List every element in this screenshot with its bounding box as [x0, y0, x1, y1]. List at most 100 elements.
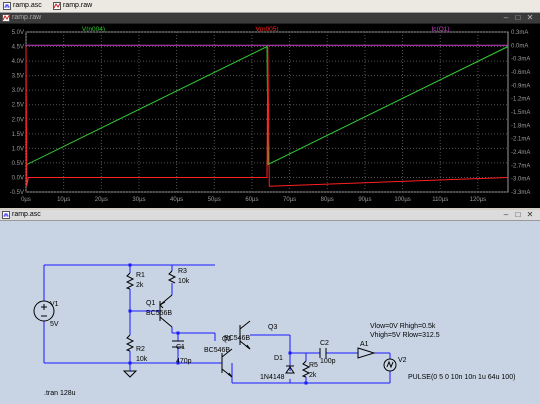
- y-tick-label: 1.5V: [12, 132, 24, 138]
- q3-value: BC546B: [224, 335, 250, 342]
- y2-tick-label: -0.6mA: [511, 70, 530, 76]
- close-button[interactable]: ✕: [524, 13, 536, 23]
- y2-tick-label: 0.0mA: [511, 43, 528, 49]
- y-tick-label: 3.5V: [12, 74, 24, 80]
- v1-ref: V1: [50, 301, 59, 308]
- schematic-window: ramp.asc – □ ✕ V1 5V R1 2k R3 10k Q1 BC5…: [0, 210, 540, 404]
- y-tick-label: 1.0V: [12, 146, 24, 152]
- x-tick-label: 30µs: [132, 197, 145, 203]
- y-tick-label: 2.0V: [12, 117, 24, 123]
- plot-labels: 5.0V 4.5V 4.0V 3.5V 3.0V 2.5V 2.0V 1.5V 1.0V 0.5V…: [10, 26, 531, 203]
- y-tick-label: 2.5V: [12, 103, 24, 109]
- schematic-window-titlebar[interactable]: ramp.asc – □ ✕: [0, 210, 540, 221]
- x-tick-label: 20µs: [95, 197, 108, 203]
- y2-tick-label: -1.5mA: [511, 110, 530, 116]
- schematic-components: [33, 270, 397, 378]
- y2-tick-label: -3.0mA: [511, 177, 530, 183]
- c2-symbol[interactable]: [319, 348, 327, 358]
- y-tick-label: 4.0V: [12, 59, 24, 65]
- r2-symbol[interactable]: [125, 334, 135, 352]
- window-title: ramp.asc: [12, 211, 41, 218]
- y2-tick-label: -0.3mA: [511, 57, 530, 63]
- y2-tick-label: -2.4mA: [511, 150, 530, 156]
- trace-label[interactable]: V(n005): [255, 26, 278, 33]
- ground-symbol: [122, 370, 138, 378]
- waveform-plot[interactable]: 5.0V 4.5V 4.0V 3.5V 3.0V 2.5V 2.0V 1.5V 1.0V 0.5V…: [0, 24, 540, 208]
- schematic-wires: [43, 264, 391, 384]
- waveform-icon: [53, 2, 61, 10]
- r1-symbol[interactable]: [125, 272, 135, 290]
- d1-value: 1N4148: [260, 374, 285, 381]
- y2-tick-label: -3.3mA: [511, 190, 530, 196]
- x-tick-label: 0µs: [21, 197, 31, 203]
- spice-directive: .tran 128u: [44, 390, 76, 397]
- window-controls: – □ ✕: [500, 210, 536, 220]
- y-tick-label: 3.0V: [12, 88, 24, 94]
- c2-ref: C2: [320, 340, 329, 347]
- y2-tick-label: -2.7mA: [511, 163, 530, 169]
- x-tick-label: 120µs: [470, 197, 486, 203]
- component-labels: V1 5V R1 2k R3 10k Q1 BC556B R2 10k C1 4…: [44, 268, 515, 397]
- y2-tick-label: -0.9mA: [511, 83, 530, 89]
- window-title: ramp.raw: [12, 14, 42, 21]
- r2-ref: R2: [136, 346, 145, 353]
- c1-value: 470p: [176, 358, 192, 365]
- minimize-button[interactable]: –: [500, 210, 512, 220]
- v1-value: 5V: [50, 321, 59, 328]
- trace-label[interactable]: Ic(Q1): [431, 26, 449, 33]
- a1-symbol[interactable]: [357, 347, 376, 359]
- x-tick-label: 110µs: [432, 197, 448, 203]
- digital-param-1: Vlow=0V Rhigh=0.5k: [370, 323, 436, 330]
- x-tick-label: 40µs: [170, 197, 183, 203]
- r3-value: 10k: [178, 278, 190, 285]
- v2-ref: V2: [398, 357, 407, 364]
- y-tick-label: 5.0V: [12, 30, 24, 36]
- maximize-button[interactable]: □: [512, 13, 524, 23]
- r3-ref: R3: [178, 268, 187, 275]
- schematic-canvas[interactable]: V1 5V R1 2k R3 10k Q1 BC556B R2 10k C1 4…: [0, 221, 540, 404]
- x-tick-label: 60µs: [245, 197, 258, 203]
- minimize-button[interactable]: –: [500, 13, 512, 23]
- x-tick-label: 90µs: [358, 197, 371, 203]
- y-tick-label: 0.5V: [12, 161, 24, 167]
- y-tick-label: 4.5V: [12, 45, 24, 51]
- x-tick-label: 50µs: [208, 197, 221, 203]
- schematic-icon: [3, 2, 11, 10]
- y2-tick-label: -1.8mA: [511, 123, 530, 129]
- r1-value: 2k: [136, 282, 144, 289]
- junction-dots: [128, 263, 308, 385]
- c2-value: 100p: [320, 358, 336, 365]
- y2-tick-label: -1.2mA: [511, 97, 530, 103]
- r1-ref: R1: [136, 272, 145, 279]
- waveform-window: ramp.raw – □ ✕ 5.0V 4.5V 4.0V 3.5V 3.0V 2.5V 2.0…: [0, 13, 540, 208]
- waveform-window-titlebar[interactable]: ramp.raw – □ ✕: [0, 13, 540, 24]
- x-tick-label: 100µs: [394, 197, 410, 203]
- y-tick-label: 0.0V: [12, 175, 24, 181]
- c1-ref: C1: [176, 344, 185, 351]
- tab-label: ramp.asc: [13, 2, 42, 9]
- document-tab-bar: ramp.asc ramp.raw: [0, 0, 540, 13]
- plot-traces: [25, 44, 509, 187]
- r3-symbol[interactable]: [167, 270, 177, 284]
- waveform-icon: [2, 14, 10, 22]
- x-tick-label: 70µs: [283, 197, 296, 203]
- window-controls: – □ ✕: [500, 13, 536, 23]
- y2-tick-label: -2.1mA: [511, 137, 530, 143]
- v2-value: PULSE(0 5 0 10n 10n 1u 64u 100): [408, 374, 515, 381]
- q2-value: BC546B: [204, 347, 230, 354]
- r5-value: 2k: [309, 372, 317, 379]
- q3-ref: Q3: [268, 324, 277, 331]
- y-tick-label: -0.5V: [10, 190, 24, 196]
- close-button[interactable]: ✕: [524, 210, 536, 220]
- tab-ramp-raw[interactable]: ramp.raw: [52, 1, 111, 11]
- trace-label[interactable]: V(n004): [82, 26, 105, 33]
- x-tick-label: 10µs: [57, 197, 70, 203]
- q1-value: BC556B: [146, 310, 172, 317]
- a1-ref: A1: [360, 341, 369, 348]
- schematic-icon: [2, 211, 10, 219]
- maximize-button[interactable]: □: [512, 210, 524, 220]
- digital-param-2: Vhigh=5V Rlow=312.5: [370, 332, 440, 339]
- y2-tick-label: 0.3mA: [511, 30, 528, 36]
- x-tick-label: 80µs: [321, 197, 334, 203]
- tab-label: ramp.raw: [63, 2, 93, 9]
